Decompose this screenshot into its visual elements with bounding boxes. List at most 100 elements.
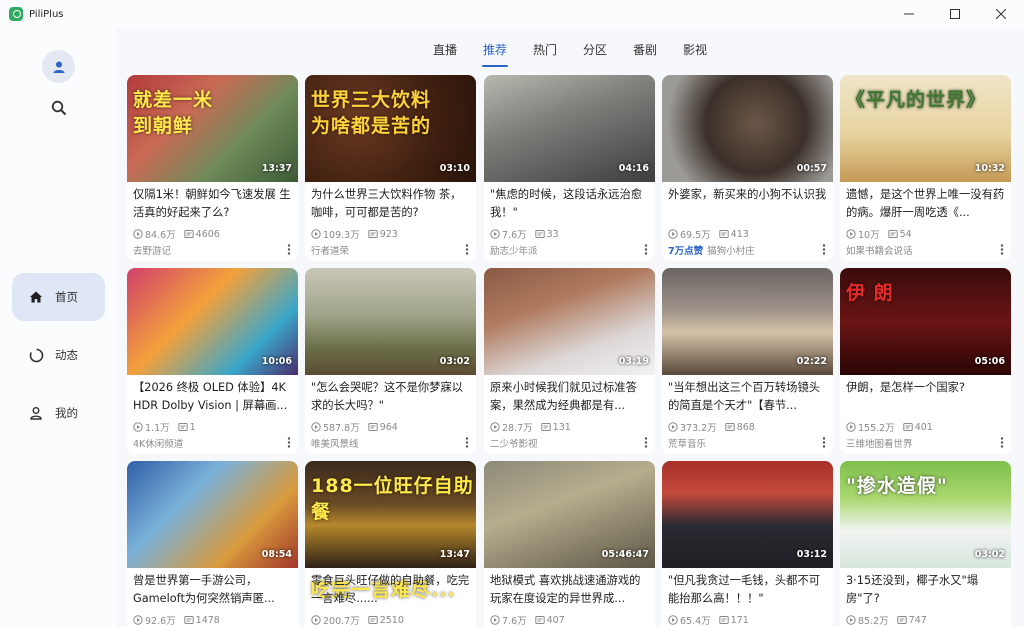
- video-title[interactable]: "但凡我贪过一毛钱，头都不可能抬那么高！！！": [668, 572, 828, 608]
- video-thumbnail[interactable]: 04:16: [484, 75, 655, 182]
- danmaku-count: 2510: [379, 614, 404, 626]
- video-card[interactable]: 05:46:47 地狱模式 喜欢挑战速通游戏的玩家在度设定的异世界成... 7.…: [484, 461, 655, 627]
- video-title[interactable]: 曾是世界第一手游公司，Gameloft为何突然销声匿...: [133, 572, 293, 608]
- video-card[interactable]: 188一位旺仔自助餐 吃完一言难尽... 13:47 零食巨头旺仔做的自助餐，吃…: [305, 461, 476, 627]
- video-title[interactable]: 遗憾，是这个世界上唯一没有药的病。爆肝一周吃透《...: [846, 186, 1006, 222]
- nav-item-home[interactable]: 首页: [12, 273, 105, 321]
- more-options-button[interactable]: [462, 243, 472, 255]
- video-stats: 373.2万 868: [668, 420, 755, 434]
- more-options-button[interactable]: [462, 436, 472, 448]
- video-title[interactable]: 【2026 终极 OLED 体验】4K HDR Dolby Vision | 屏…: [133, 379, 293, 415]
- video-duration: 13:47: [439, 549, 470, 560]
- video-thumbnail[interactable]: 就差一米 到朝鲜 13:37: [127, 75, 298, 182]
- more-options-button[interactable]: [284, 436, 294, 448]
- video-thumbnail[interactable]: 05:46:47: [484, 461, 655, 568]
- tab-movies[interactable]: 影视: [670, 28, 720, 70]
- video-title[interactable]: 为什么世界三大饮料作物 茶，咖啡，可可都是苦的?: [311, 186, 471, 222]
- video-card[interactable]: 02:22 "当年想出这三个百万转场镜头的简直是个天才"【春节... 373.2…: [662, 268, 833, 454]
- like-badge: 7万点赞: [668, 246, 704, 257]
- more-options-button[interactable]: [641, 436, 651, 448]
- video-thumbnail[interactable]: 02:22: [662, 268, 833, 375]
- video-card[interactable]: "掺水造假" 03:02 3·15还没到，椰子水又"塌房"了? 85.2万 74…: [840, 461, 1011, 627]
- video-thumbnail[interactable]: 03:02: [305, 268, 476, 375]
- more-options-button[interactable]: [284, 243, 294, 255]
- video-duration: 03:19: [618, 356, 649, 367]
- video-thumbnail[interactable]: 03:19: [484, 268, 655, 375]
- video-title[interactable]: "当年想出这三个百万转场镜头的简直是个天才"【春节...: [668, 379, 828, 415]
- tab-recommend[interactable]: 推荐: [470, 28, 520, 70]
- video-thumbnail[interactable]: 伊 朗 05:06: [840, 268, 1011, 375]
- uploader-name[interactable]: 如果书籍会说话: [846, 243, 913, 257]
- avatar-button[interactable]: [42, 50, 75, 83]
- video-card[interactable]: 03:02 "怎么会哭呢？这不是你梦寐以求的长大吗？" 587.8万 964 唯…: [305, 268, 476, 454]
- close-button[interactable]: [978, 0, 1024, 28]
- nav-item-dynamic[interactable]: 动态: [12, 331, 105, 379]
- play-count-icon: [490, 229, 500, 239]
- uploader-name[interactable]: 二少爷影视: [490, 436, 538, 450]
- danmaku-count: 1478: [195, 614, 220, 626]
- uploader-name[interactable]: 励志少年派: [490, 243, 538, 257]
- video-thumbnail[interactable]: 世界三大饮料 为啥都是苦的 03:10: [305, 75, 476, 182]
- video-duration: 03:02: [974, 549, 1005, 560]
- video-thumbnail[interactable]: 00:57: [662, 75, 833, 182]
- video-thumbnail[interactable]: 《平凡的世界》 10:32: [840, 75, 1011, 182]
- video-thumbnail[interactable]: 08:54: [127, 461, 298, 568]
- video-card[interactable]: 08:54 曾是世界第一手游公司，Gameloft为何突然销声匿... 92.6…: [127, 461, 298, 627]
- video-card[interactable]: 03:12 "但凡我贪过一毛钱，头都不可能抬那么高！！！" 65.4万 171: [662, 461, 833, 627]
- maximize-button[interactable]: [932, 0, 978, 28]
- video-card[interactable]: 03:19 原来小时候我们就见过标准答案，果然成为经典都是有... 28.7万 …: [484, 268, 655, 454]
- nav-item-mine[interactable]: 我的: [12, 389, 105, 437]
- video-title[interactable]: "焦虑的时候，这段话永远治愈我！": [490, 186, 650, 222]
- video-title[interactable]: 原来小时候我们就见过标准答案，果然成为经典都是有...: [490, 379, 650, 415]
- more-options-button[interactable]: [819, 436, 829, 448]
- video-duration: 05:46:47: [601, 549, 649, 560]
- more-options-button[interactable]: [997, 436, 1007, 448]
- video-title[interactable]: 地狱模式 喜欢挑战速通游戏的玩家在度设定的异世界成...: [490, 572, 650, 608]
- video-title[interactable]: 伊朗，是怎样一个国家?: [846, 379, 1006, 415]
- video-card[interactable]: 伊 朗 05:06 伊朗，是怎样一个国家? 155.2万 401 三维地图看世界: [840, 268, 1011, 454]
- video-thumbnail[interactable]: 03:12: [662, 461, 833, 568]
- uploader-name[interactable]: 去野游记: [133, 243, 171, 257]
- video-card[interactable]: 04:16 "焦虑的时候，这段话永远治愈我！" 7.6万 33 励志少年派: [484, 75, 655, 261]
- play-count-icon: [490, 615, 500, 625]
- video-title[interactable]: 外婆家，新买来的小狗不认识我: [668, 186, 828, 222]
- uploader-row: 励志少年派: [490, 243, 538, 257]
- uploader-name[interactable]: 行者道荣: [311, 243, 349, 257]
- video-title[interactable]: "怎么会哭呢？这不是你梦寐以求的长大吗？": [311, 379, 471, 415]
- video-thumbnail[interactable]: 10:06: [127, 268, 298, 375]
- more-options-button[interactable]: [641, 243, 651, 255]
- more-options-button[interactable]: [819, 243, 829, 255]
- video-thumbnail[interactable]: 188一位旺仔自助餐 吃完一言难尽... 13:47: [305, 461, 476, 601]
- uploader-row: 4K休闲频道: [133, 436, 183, 450]
- video-duration: 00:57: [796, 163, 827, 174]
- view-count: 155.2万: [858, 423, 895, 434]
- video-card[interactable]: 00:57 外婆家，新买来的小狗不认识我 69.5万 413 7万点赞 猫狗小村…: [662, 75, 833, 261]
- video-card[interactable]: 10:06 【2026 终极 OLED 体验】4K HDR Dolby Visi…: [127, 268, 298, 454]
- video-title[interactable]: 零食巨头旺仔做的自助餐，吃完一言难尽......: [311, 572, 471, 608]
- video-card[interactable]: 世界三大饮料 为啥都是苦的 03:10 为什么世界三大饮料作物 茶，咖啡，可可都…: [305, 75, 476, 261]
- uploader-name[interactable]: 4K休闲频道: [133, 436, 183, 450]
- video-stats: 587.8万 964: [311, 420, 398, 434]
- minimize-button[interactable]: [886, 0, 932, 28]
- video-stats: 1.1万 1: [133, 420, 196, 434]
- tab-live[interactable]: 直播: [420, 28, 470, 70]
- uploader-name[interactable]: 猫狗小村庄: [707, 243, 755, 257]
- video-card[interactable]: 就差一米 到朝鲜 13:37 仅隔1米！朝鲜如今飞速发展 生活真的好起来了么? …: [127, 75, 298, 261]
- tab-hot[interactable]: 热门: [520, 28, 570, 70]
- video-title[interactable]: 仅隔1米！朝鲜如今飞速发展 生活真的好起来了么?: [133, 186, 293, 222]
- more-options-button[interactable]: [997, 243, 1007, 255]
- uploader-name[interactable]: 三维地图看世界: [846, 436, 913, 450]
- tab-category[interactable]: 分区: [570, 28, 620, 70]
- video-duration: 03:02: [439, 356, 470, 367]
- search-button[interactable]: [49, 98, 69, 118]
- video-title[interactable]: 3·15还没到，椰子水又"塌房"了?: [846, 572, 1006, 608]
- uploader-name[interactable]: 唯美风景线: [311, 436, 359, 450]
- play-count-icon: [668, 615, 678, 625]
- category-tabs: 直播 推荐 热门 分区 番剧 影视: [116, 28, 1024, 70]
- tab-bangumi[interactable]: 番剧: [620, 28, 670, 70]
- video-card[interactable]: 《平凡的世界》 10:32 遗憾，是这个世界上唯一没有药的病。爆肝一周吃透《..…: [840, 75, 1011, 261]
- thumbnail-caption: "掺水造假": [846, 475, 948, 497]
- uploader-name[interactable]: 荒草音乐: [668, 436, 706, 450]
- video-thumbnail[interactable]: "掺水造假" 03:02: [840, 461, 1011, 568]
- view-count: 28.7万: [502, 423, 533, 434]
